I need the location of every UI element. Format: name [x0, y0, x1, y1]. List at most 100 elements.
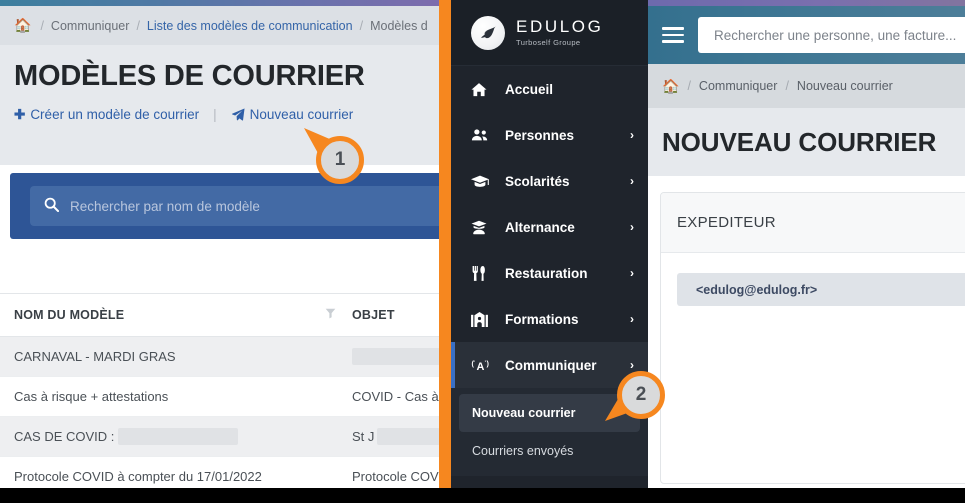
chevron-right-icon: › [630, 312, 634, 326]
redacted-value [352, 348, 440, 365]
home-icon[interactable]: 🏠 [14, 17, 31, 34]
table-header-row: NOM DU MODÈLE OBJET [0, 293, 440, 337]
svg-text:A: A [476, 361, 484, 372]
global-search-input[interactable]: Rechercher une personne, une facture... [698, 17, 965, 53]
search-input[interactable]: Rechercher par nom de modèle [30, 186, 440, 226]
sidebar-item-scolarites[interactable]: Scolarités › [451, 158, 648, 204]
sidebar-item-label: Restauration [505, 265, 588, 281]
search-panel: Rechercher par nom de modèle [10, 173, 440, 239]
callout-number: 2 [617, 371, 665, 419]
app-header: Rechercher une personne, une facture... [648, 6, 965, 64]
svg-text:': ' [474, 360, 476, 366]
table-row[interactable]: CAS DE COVID : St J [0, 417, 440, 457]
cell-text: CAS DE COVID : [14, 429, 115, 444]
search-icon [44, 197, 60, 216]
table-row[interactable]: Protocole COVID à compter du 17/01/2022 … [0, 457, 440, 488]
hamburger-icon[interactable] [662, 27, 684, 43]
search-placeholder: Rechercher par nom de modèle [70, 198, 260, 214]
graduation-icon [471, 174, 497, 188]
breadcrumb-item-liste-modeles[interactable]: Liste des modèles de communication [147, 19, 353, 33]
new-courrier-button[interactable]: Nouveau courrier [231, 107, 354, 123]
cutlery-icon [471, 265, 497, 281]
sidebar-item-restauration[interactable]: Restauration › [451, 250, 648, 296]
cell-nom-du-modele: Protocole COVID à compter du 17/01/2022 [14, 469, 262, 484]
breadcrumb: 🏠 / Communiquer / Nouveau courrier [648, 64, 965, 108]
megaphone-icon: ( ' A ' ) [471, 358, 497, 372]
sidebar-item-personnes[interactable]: Personnes › [451, 112, 648, 158]
new-courrier-label: Nouveau courrier [249, 107, 354, 123]
building-icon [471, 311, 497, 327]
bottom-black-bar [0, 488, 965, 503]
create-template-button[interactable]: ✚ Créer un modèle de courrier [14, 107, 199, 123]
paper-plane-icon [231, 108, 245, 121]
cell-objet: COVID - Cas à [352, 389, 440, 404]
global-search-placeholder: Rechercher une personne, une facture... [714, 27, 957, 43]
templates-table: NOM DU MODÈLE OBJET CARNAVAL - MARDI GRA… [0, 247, 440, 488]
sidebar-item-alternance[interactable]: Alternance › [451, 204, 648, 250]
plus-icon: ✚ [14, 106, 26, 122]
sidebar-item-accueil[interactable]: Accueil [451, 66, 648, 112]
card-header: EXPEDITEUR [661, 193, 965, 253]
chevron-right-icon: › [630, 358, 634, 372]
screenshot-stage: 🏠 / Communiquer / Liste des modèles de c… [0, 0, 965, 503]
table-row[interactable]: Cas à risque + attestations COVID - Cas … [0, 377, 440, 417]
breadcrumb-item-communiquer[interactable]: Communiquer [699, 79, 778, 93]
breadcrumb-item-modeles[interactable]: Modèles d [370, 19, 428, 33]
callout-number: 1 [316, 136, 364, 184]
student-icon [471, 220, 497, 235]
sender-value: <edulog@edulog.fr> [696, 282, 818, 297]
orange-divider-strip [439, 0, 451, 488]
submenu-label: Courriers envoyés [472, 444, 574, 458]
sidebar-item-label: Communiquer [505, 357, 597, 373]
cell-text: Protocole COV [352, 469, 439, 484]
redacted-value [118, 428, 239, 445]
page-actions: ✚ Créer un modèle de courrier | Nouveau … [14, 107, 440, 123]
page-title: MODÈLES DE COURRIER [14, 60, 365, 92]
home-icon[interactable]: 🏠 [662, 78, 679, 95]
chevron-right-icon: › [630, 128, 634, 142]
breadcrumb-separator-3: / [359, 18, 364, 33]
breadcrumb-item-communiquer[interactable]: Communiquer [51, 19, 130, 33]
cell-objet: Protocole COV [352, 469, 440, 484]
column-header-objet[interactable]: OBJET [352, 308, 395, 322]
card-body: <edulog@edulog.fr> [661, 253, 965, 306]
sidebar-item-label: Accueil [505, 81, 554, 97]
app-logo[interactable]: EDULOG Turboself Groupe [451, 0, 648, 66]
submenu-label: Nouveau courrier [472, 406, 576, 420]
column-header-nom-du-modele[interactable]: NOM DU MODÈLE [14, 308, 124, 322]
sidebar-submenu-courriers-envoyes[interactable]: Courriers envoyés [459, 432, 640, 470]
logo-text: EDULOG Turboself Groupe [516, 18, 603, 47]
action-divider: | [213, 107, 217, 123]
logo-wordmark: EDULOG [516, 17, 604, 37]
cell-nom-du-modele: CARNAVAL - MARDI GRAS [14, 349, 176, 364]
create-template-label: Créer un modèle de courrier [30, 107, 200, 123]
breadcrumb-separator-1: / [687, 79, 691, 93]
chevron-right-icon: › [630, 220, 634, 234]
breadcrumb-separator-2: / [785, 79, 789, 93]
title-bar: MODÈLES DE COURRIER ✚ Créer un modèle de… [0, 45, 440, 165]
cell-objet: St J [352, 428, 440, 445]
breadcrumb-separator-1: / [40, 18, 44, 33]
table-row[interactable]: CARNAVAL - MARDI GRAS [0, 337, 440, 377]
cell-text: Cas à risque + attestations [14, 389, 169, 404]
filter-icon[interactable] [325, 308, 336, 322]
breadcrumb: 🏠 / Communiquer / Liste des modèles de c… [0, 6, 440, 45]
cell-nom-du-modele: CAS DE COVID : [14, 428, 239, 445]
sidebar-item-label: Scolarités [505, 173, 570, 189]
svg-text:): ) [486, 359, 489, 368]
callout-badge-1: 1 [304, 128, 364, 184]
cell-text: COVID - Cas à [352, 389, 439, 404]
breadcrumb-separator-2: / [136, 18, 140, 33]
users-icon [471, 128, 497, 142]
cell-text: CARNAVAL - MARDI GRAS [14, 349, 176, 364]
page-title: NOUVEAU COURRIER [662, 126, 937, 157]
chevron-right-icon: › [630, 174, 634, 188]
cell-text: St J [352, 429, 375, 444]
cell-objet [352, 348, 440, 365]
breadcrumb-item-nouveau-courrier[interactable]: Nouveau courrier [797, 79, 893, 93]
sidebar-item-label: Alternance [505, 219, 575, 235]
nouveau-courrier-window: Rechercher une personne, une facture... … [648, 0, 965, 488]
redacted-value [377, 428, 440, 445]
sender-field[interactable]: <edulog@edulog.fr> [677, 273, 965, 306]
sidebar-item-formations[interactable]: Formations › [451, 296, 648, 342]
